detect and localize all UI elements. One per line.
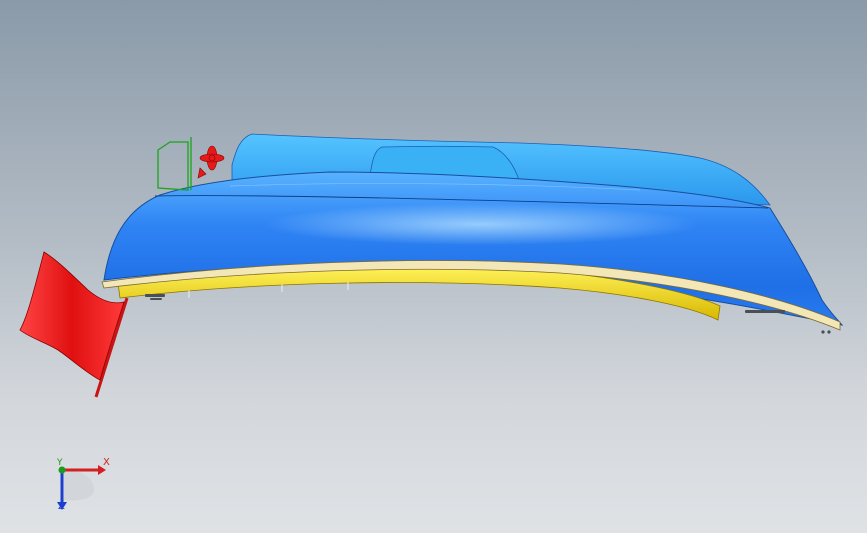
z-axis-label: Z bbox=[58, 501, 65, 512]
propeller-icon[interactable] bbox=[197, 145, 225, 179]
orientation-triad[interactable]: X Y Z bbox=[48, 452, 118, 518]
x-axis-label: X bbox=[103, 457, 110, 468]
boat-model-3d[interactable] bbox=[0, 0, 867, 533]
sketch-outline[interactable] bbox=[157, 137, 192, 191]
y-axis-label: Y bbox=[57, 458, 63, 468]
graphics-viewport[interactable]: X Y Z bbox=[0, 0, 867, 533]
